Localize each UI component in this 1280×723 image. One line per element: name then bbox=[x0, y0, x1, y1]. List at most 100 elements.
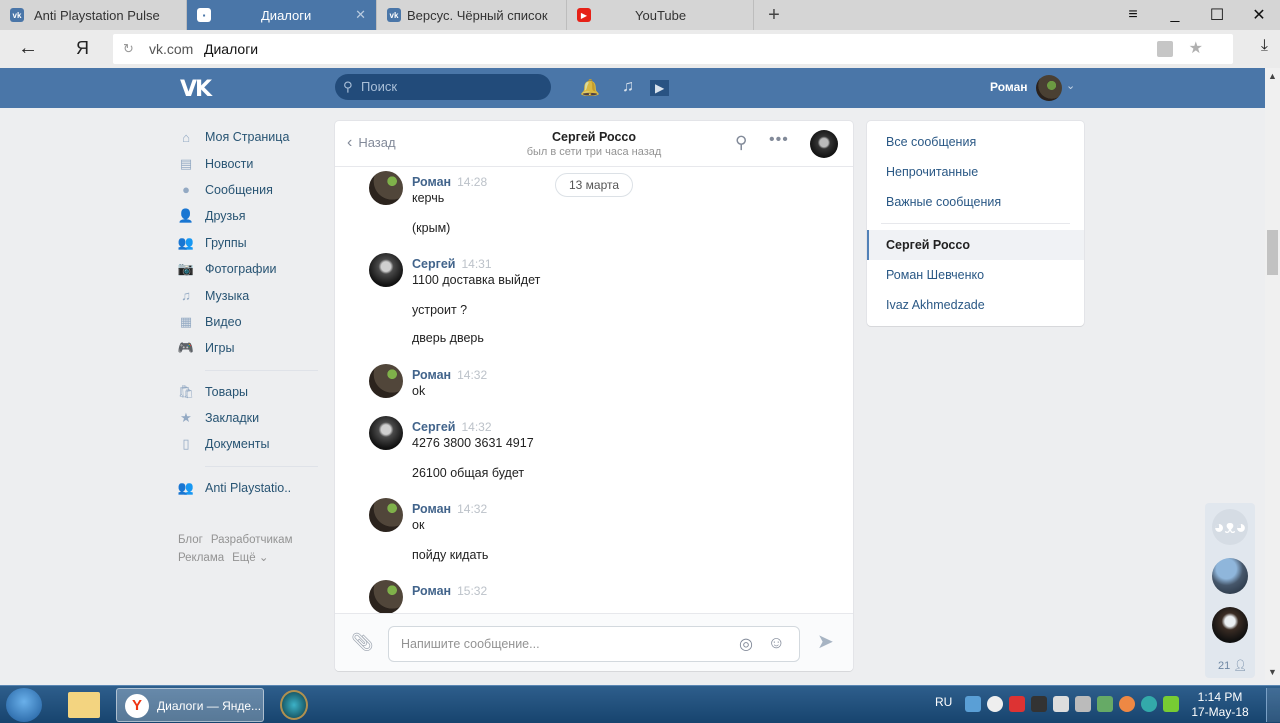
tray-icon[interactable] bbox=[1141, 696, 1157, 712]
message-author[interactable]: Роман 14:32 bbox=[412, 502, 487, 516]
bookmark-star-icon[interactable]: ★ bbox=[1189, 38, 1203, 58]
message-author[interactable]: Сергей 14:31 bbox=[412, 257, 492, 271]
reload-icon[interactable]: ↻ bbox=[123, 41, 134, 57]
tab-dialogs[interactable]: ▪ Диалоги ✕ bbox=[187, 0, 377, 30]
download-icon[interactable]: ⤓ bbox=[1261, 37, 1268, 55]
show-desktop-button[interactable] bbox=[1266, 688, 1280, 722]
minimize-button[interactable]: _ bbox=[1154, 0, 1196, 30]
search-icon[interactable]: ⚲ bbox=[735, 133, 747, 153]
sidebar-item[interactable]: 📷 Фотографии bbox=[178, 256, 318, 282]
sidebar-item[interactable]: ▤ Новости bbox=[178, 150, 318, 176]
network-icon[interactable] bbox=[1075, 696, 1091, 712]
start-button[interactable] bbox=[6, 688, 42, 722]
sidebar-item[interactable]: 👥 Anti Playstatio.. bbox=[178, 475, 318, 501]
message-list[interactable]: Роман 15:32 Роман 14:32 ок пойду кидать Сергей… bbox=[335, 167, 853, 613]
download-arrow-icon[interactable] bbox=[1163, 696, 1179, 712]
search-input[interactable]: ⚲ Поиск bbox=[335, 74, 551, 100]
scroll-up-icon[interactable]: ▲ bbox=[1268, 71, 1277, 81]
yandex-logo[interactable]: Я bbox=[76, 38, 89, 59]
emoji-icon[interactable]: ☺ bbox=[768, 633, 785, 653]
message-author[interactable]: Роман 14:32 bbox=[412, 368, 487, 382]
scroll-thumb[interactable] bbox=[1267, 230, 1278, 275]
user-icon: 👤︎ bbox=[1233, 660, 1248, 672]
volume-mute-icon[interactable] bbox=[1009, 696, 1025, 712]
dialog-sergey-rosso[interactable]: Сергей Россо bbox=[867, 230, 1084, 260]
vk-logo[interactable]: VK bbox=[180, 77, 212, 102]
message-author[interactable]: Роман 15:32 bbox=[412, 584, 487, 598]
author-avatar[interactable] bbox=[369, 171, 403, 205]
new-tab-button[interactable]: + bbox=[754, 0, 794, 30]
send-icon[interactable]: ➤ bbox=[817, 629, 834, 654]
close-window-button[interactable]: ✕ bbox=[1238, 0, 1280, 30]
message-author[interactable]: Сергей 14:32 bbox=[412, 420, 492, 434]
url-field[interactable]: ↻ vk.com Диалоги ★ bbox=[113, 34, 1233, 64]
author-avatar[interactable] bbox=[369, 416, 403, 450]
sidebar-item[interactable]: 🛍 Товары bbox=[178, 379, 318, 405]
page-scrollbar[interactable]: ▲ ▼ bbox=[1265, 68, 1280, 680]
footer-link-developers[interactable]: Разработчикам bbox=[211, 534, 293, 546]
filter-unread[interactable]: Непрочитанные bbox=[867, 157, 1084, 187]
author-avatar[interactable] bbox=[369, 580, 403, 613]
sidebar-item[interactable]: 🎮 Игры bbox=[178, 335, 318, 361]
contact-avatar[interactable] bbox=[810, 130, 838, 158]
tray-icon[interactable] bbox=[965, 696, 981, 712]
filter-important[interactable]: Важные сообщения bbox=[867, 187, 1084, 217]
camera-icon[interactable]: ◎ bbox=[739, 634, 753, 654]
league-of-legends-icon[interactable] bbox=[280, 690, 308, 720]
user-avatar[interactable] bbox=[1036, 75, 1062, 101]
taskbar-yandex-window[interactable]: Y Диалоги — Янде... bbox=[116, 688, 264, 722]
sidebar-item[interactable]: ● Сообщения bbox=[178, 177, 318, 203]
sidebar-item[interactable]: ★ Закладки bbox=[178, 405, 318, 431]
more-icon[interactable]: ••• bbox=[769, 131, 789, 149]
filter-all-messages[interactable]: Все сообщения bbox=[867, 127, 1084, 157]
play-icon[interactable]: ▶ bbox=[650, 80, 670, 96]
bell-icon[interactable]: 🔔 bbox=[580, 78, 600, 98]
user-name[interactable]: Роман bbox=[990, 80, 1028, 94]
sidebar-item[interactable]: 👤 Друзья bbox=[178, 203, 318, 229]
tray-icon[interactable] bbox=[1119, 696, 1135, 712]
author-name: Роман bbox=[412, 584, 452, 598]
sidebar-item[interactable]: 👥 Группы bbox=[178, 230, 318, 256]
online-count[interactable]: 21 👤︎ bbox=[1218, 659, 1247, 672]
friend-avatar[interactable] bbox=[1212, 607, 1248, 643]
sidebar-item[interactable]: ▯ Документы bbox=[178, 431, 318, 457]
language-indicator[interactable]: RU bbox=[935, 695, 952, 709]
sidebar-icon: ♫ bbox=[181, 288, 191, 304]
sidebar-item[interactable]: ⌂ Моя Страница bbox=[178, 124, 318, 150]
message-author[interactable]: Роман 14:28 bbox=[412, 175, 487, 189]
usb-icon[interactable] bbox=[1097, 696, 1113, 712]
scroll-down-icon[interactable]: ▼ bbox=[1268, 667, 1277, 677]
footer-link-blog[interactable]: Блог bbox=[178, 534, 203, 546]
footer-link-ads[interactable]: Реклама bbox=[178, 552, 224, 564]
vk-icon: vk bbox=[10, 8, 24, 22]
back-button[interactable]: ← bbox=[18, 37, 38, 60]
tray-icon[interactable] bbox=[1031, 696, 1047, 712]
paperclip-icon[interactable]: 📎︎ bbox=[351, 632, 374, 653]
volume-icon[interactable] bbox=[1053, 696, 1069, 712]
menu-button[interactable]: ≡ bbox=[1112, 0, 1154, 30]
dialog-roman-shevchenko[interactable]: Роман Шевченко bbox=[867, 260, 1084, 290]
tab-versus[interactable]: vk Версус. Чёрный список bbox=[377, 0, 567, 30]
tray-icon[interactable] bbox=[987, 696, 1003, 712]
dialog-ivaz-akhmedzade[interactable]: Ivaz Akhmedzade bbox=[867, 290, 1084, 320]
author-avatar[interactable] bbox=[369, 364, 403, 398]
sidebar-item[interactable]: ▦ Видео bbox=[178, 309, 318, 335]
footer-link-more[interactable]: Ещё ⌄ bbox=[232, 552, 268, 564]
message-input[interactable]: Напишите сообщение... ◎ ☺ bbox=[388, 626, 800, 662]
friend-avatar[interactable] bbox=[1212, 558, 1248, 594]
vk-dog-icon[interactable]: ◕ᴥ◕ bbox=[1212, 509, 1248, 545]
tab-youtube[interactable]: ▶ YouTube bbox=[567, 0, 754, 30]
author-avatar[interactable] bbox=[369, 498, 403, 532]
chevron-down-icon[interactable]: ⌄ bbox=[1066, 79, 1075, 92]
author-avatar[interactable] bbox=[369, 253, 403, 287]
clock[interactable]: 1:14 PM 17-May-18 bbox=[1190, 690, 1250, 720]
lock-icon[interactable] bbox=[1157, 41, 1173, 57]
music-icon[interactable]: ♫ bbox=[622, 78, 634, 96]
maximize-button[interactable]: ☐ bbox=[1196, 0, 1238, 30]
explorer-icon[interactable] bbox=[68, 692, 100, 718]
divider bbox=[205, 369, 318, 371]
tab-anti-playstation[interactable]: vk Anti Playstation Pulse bbox=[0, 0, 187, 30]
sidebar-item[interactable]: ♫ Музыка bbox=[178, 282, 318, 308]
close-tab-icon[interactable]: ✕ bbox=[355, 7, 366, 23]
sidebar-icon: 📷 bbox=[177, 261, 195, 277]
